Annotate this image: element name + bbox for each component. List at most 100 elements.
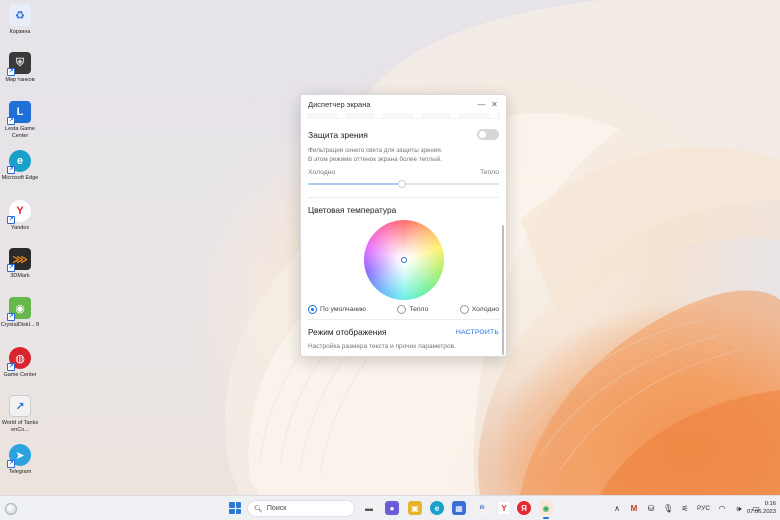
system-tray: ∧ M ⛁ 🎙︎ ⚟ РУС ◠ 🕪︎ ▭ [612,500,761,517]
shortcut-arrow-icon: ↗ [7,216,15,224]
description-line: Фильтрация синего света для защиты зрени… [308,147,443,154]
eye-protection-description: Фильтрация синего света для защиты зрени… [308,146,499,164]
radio-warm[interactable]: Тепло [397,305,428,314]
radio-label: По умолчанию [320,306,366,313]
close-button[interactable]: ✕ [488,100,501,109]
shortcut-arrow-icon: ↗ [7,117,15,125]
language-indicator[interactable]: РУС [697,505,710,512]
section-divider [308,197,499,198]
eye-protection-toggle[interactable] [477,129,499,140]
radio-label: Тепло [409,306,429,313]
display-manager-icon: ◉ [542,503,550,513]
display-mode-description: Настройка размера текста и прочих параме… [308,343,456,350]
slider-labels: Холодно Тепло [308,169,499,176]
slider-thumb[interactable] [398,180,406,188]
desktop-icon-3dmark[interactable]: ⋙ ↗ 3DMark [0,248,40,280]
search-placeholder: Поиск [266,505,287,512]
taskbar-app-display-manager[interactable]: ◉ [539,501,553,519]
desktop-icon-world-of-tanks-enco[interactable]: ↗ World of Tanks enCo... [0,395,40,433]
desktop-icon-label: CrystalDiskI... 8 [0,322,40,328]
warm-label: Тепло [479,169,499,176]
desktop-icon-label: Lesta Game Center [5,126,35,139]
clock-date: 07.06.2023 [746,509,776,515]
shortcut-icon: ↗ [9,395,31,417]
shortcut-arrow-icon: ↗ [7,363,15,371]
radio-button-icon [308,305,317,314]
search-icon: 🔍︎ [254,505,263,513]
wifi-icon[interactable]: ◠ [717,504,727,513]
chat-icon: ● [389,503,395,513]
taskbar-app-chat[interactable]: ● [385,501,399,515]
taskbar-search[interactable]: 🔍︎ Поиск [247,500,355,517]
radio-default[interactable]: По умолчанию [308,305,366,314]
microphone-icon[interactable]: 🎙︎ [663,504,673,513]
color-temperature-options: По умолчанию Тепло Холодно [308,305,499,314]
monitor-icon: ılı [479,505,485,511]
cold-label: Холодно [308,169,336,176]
desktop-icon-yandex[interactable]: Y ↗ Yandex [0,200,40,232]
minimize-button[interactable]: — [475,100,488,109]
desktop-icon-microsoft-edge[interactable]: e ↗ Microsoft Edge [0,150,40,182]
eye-protection-slider[interactable] [308,179,499,189]
desktop-icon-label: 3DMark [10,273,30,279]
color-wheel-container [308,220,499,300]
shortcut-arrow-icon: ↗ [7,68,15,76]
desktop-icon-label: Yandex [10,225,30,231]
radio-cold[interactable]: Холодно [459,305,499,314]
section-divider [308,319,499,320]
taskbar-app-file-manager[interactable]: ▬ [362,501,376,515]
desktop-icon-label: Microsoft Edge [1,175,39,181]
radio-label: Холодно [471,306,499,313]
taskbar-clock[interactable]: 0:16 07.06.2023 [742,500,776,516]
world-of-tanks-icon: ⛨ ↗ [7,52,31,76]
desktop-icon-world-of-tanks[interactable]: ⛨ ↗ Мир танков [0,52,40,84]
color-temperature-label: Цветовая температура [308,205,397,215]
desktop-icon-label: Game Center [3,372,37,378]
wot-tray-icon[interactable]: M [629,504,639,513]
color-wheel[interactable] [363,220,444,300]
desktop-icon-label: Мир танков [5,77,35,83]
taskbar-app-edge[interactable]: e [430,501,444,515]
taskbar: 🔍︎ Поиск ▬ ● ▣ e ▦ ılı Y Я ◉ ∧ M ⛁ 🎙︎ ⚟ … [0,495,780,520]
settings-content: Защита зрения Фильтрация синего света дл… [301,129,506,350]
clock-time: 0:16 [764,501,776,507]
volume-mixer-icon[interactable]: ⚟ [680,504,690,513]
taskbar-app-yandex[interactable]: Я [517,501,531,515]
taskbar-app-store[interactable]: ▦ [452,501,466,515]
desktop-icon-telegram[interactable]: ➤ ↗ Telegram [0,444,40,476]
taskbar-app-explorer[interactable]: ▣ [408,501,422,515]
shortcut-arrow-icon: ↗ [7,166,15,174]
tray-app-icon[interactable]: ⛁ [646,504,656,513]
window-titlebar[interactable]: Диспетчер экрана — ✕ [301,95,506,113]
window-scrollbar[interactable] [502,225,504,355]
telegram-icon: ➤ ↗ [7,444,31,468]
radio-button-icon [397,305,407,314]
desktop-icon-lesta-game-center[interactable]: L ↗ Lesta Game Center [0,101,40,139]
toggle-knob [479,131,486,138]
yandex-icon: Y ↗ [7,200,31,224]
desktop-icon-label: World of Tanks enCo... [1,420,39,433]
folder-icon: ▣ [411,503,419,513]
widgets-icon[interactable] [5,503,17,515]
color-picker-handle[interactable] [400,257,407,263]
display-manager-window: Диспетчер экрана — ✕ Защита зрения Фильт… [300,94,507,357]
window-title: Диспетчер экрана [308,99,371,109]
taskbar-app-yandex-browser[interactable]: Y [497,501,511,515]
recycle-bin-icon: ♻ [9,4,31,26]
desktop-icon-recycle-bin[interactable]: ♻ Корзина [0,4,40,36]
desktop-icon-game-center[interactable]: ◍ ↗ Game Center [0,347,40,379]
description-line: В этом режиме оттенок экрана более теплы… [308,156,442,163]
radio-button-icon [459,305,469,314]
desktop-icon-crystaldiskinfo[interactable]: ◉ ↗ CrystalDiskI... 8 [0,297,40,329]
start-button[interactable] [229,502,241,514]
configure-link[interactable]: НАСТРОИТЬ [456,329,499,336]
eye-protection-label: Защита зрения [308,129,368,140]
show-hidden-icons-chevron-icon[interactable]: ∧ [612,504,622,513]
desktop-icon-label: Telegram [8,469,32,475]
display-mode-row: Режим отображения НАСТРОИТЬ [308,327,499,337]
3dmark-icon: ⋙ ↗ [7,248,31,272]
scrolled-content-edge [307,113,500,119]
taskbar-app-monitor[interactable]: ılı [475,501,489,515]
eye-protection-row: Защита зрения [308,129,499,140]
shortcut-arrow-icon: ↗ [7,460,15,468]
